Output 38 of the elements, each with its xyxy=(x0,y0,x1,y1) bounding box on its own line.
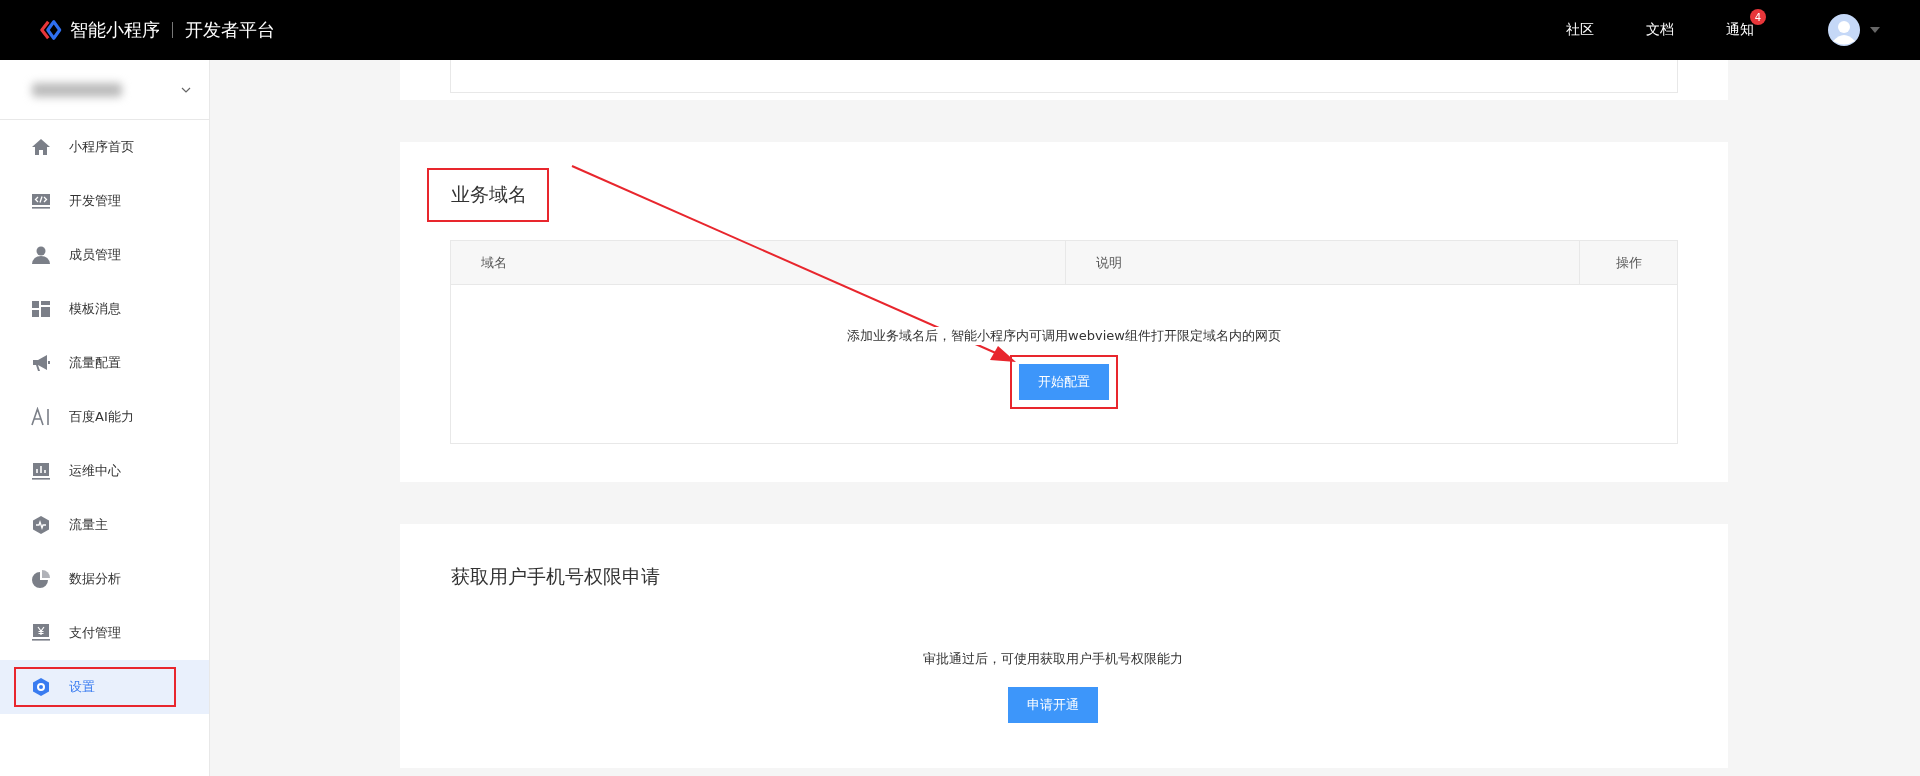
empty-message: 添加业务域名后，智能小程序内可调用webview组件打开限定域名内的网页 xyxy=(847,327,1281,345)
info-message: 审批通过后，可使用获取用户手机号权限能力 xyxy=(922,650,1183,668)
sidebar-item[interactable]: 支付管理 xyxy=(0,606,209,660)
ai-icon xyxy=(31,407,51,427)
sidebar-item[interactable]: 运维中心 xyxy=(0,444,209,498)
sidebar-item[interactable]: 设置 xyxy=(0,660,209,714)
code-icon xyxy=(31,191,51,211)
yen-monitor-icon xyxy=(31,623,51,643)
nav-link[interactable]: 社区 xyxy=(1566,21,1594,39)
megaphone-icon xyxy=(31,353,51,373)
layout-icon xyxy=(31,299,51,319)
bar-chart-icon xyxy=(31,461,51,481)
settings-icon xyxy=(31,677,51,697)
column-header: 域名 xyxy=(451,241,1066,284)
platform-name: 开发者平台 xyxy=(185,18,275,42)
notification-badge: 4 xyxy=(1750,9,1766,25)
sidebar-item[interactable]: 数据分析 xyxy=(0,552,209,606)
sidebar-item[interactable]: 流量主 xyxy=(0,498,209,552)
pie-chart-icon xyxy=(31,569,51,589)
section-title: 获取用户手机号权限申请 xyxy=(451,564,660,589)
sidebar-item[interactable]: 模板消息 xyxy=(0,282,209,336)
caret-icon[interactable] xyxy=(1870,27,1880,33)
logo-icon xyxy=(40,19,62,41)
sidebar-item[interactable]: 百度AI能力 xyxy=(0,390,209,444)
sidebar-item[interactable]: 流量配置 xyxy=(0,336,209,390)
avatar-icon[interactable] xyxy=(1828,14,1860,46)
brand-name: 智能小程序 xyxy=(70,18,160,42)
nav-link[interactable]: 文档 xyxy=(1646,21,1674,39)
sidebar-item[interactable]: 成员管理 xyxy=(0,228,209,282)
chevron-down-icon[interactable] xyxy=(181,86,191,93)
person-icon xyxy=(31,245,51,265)
pulse-icon xyxy=(31,515,51,535)
section-title: 业务域名 xyxy=(451,182,527,207)
sidebar-item[interactable]: 小程序首页 xyxy=(0,120,209,174)
sidebar-item[interactable]: 开发管理 xyxy=(0,174,209,228)
column-header: 说明 xyxy=(1066,241,1580,284)
home-icon xyxy=(31,137,51,157)
column-header: 操作 xyxy=(1614,253,1643,272)
